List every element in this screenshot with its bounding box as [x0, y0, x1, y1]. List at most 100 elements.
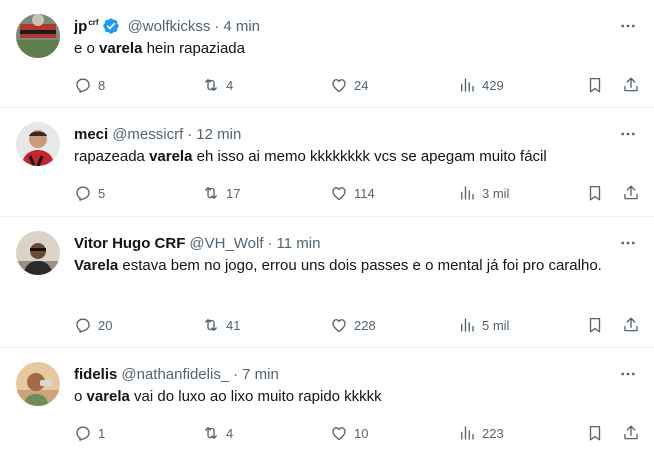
bookmark-icon	[586, 316, 604, 334]
avatar[interactable]	[16, 122, 60, 166]
views-icon	[458, 316, 476, 334]
tweet-text: rapazeada varela eh isso ai memo kkkkkkk…	[74, 148, 547, 165]
display-name[interactable]: Vitor Hugo CRF	[74, 235, 185, 252]
bookmark-icon	[586, 76, 604, 94]
share-button[interactable]	[622, 75, 640, 95]
share-icon	[622, 316, 640, 334]
tweet-2[interactable]: meci @messicrf · 12 min rapazeada varela…	[0, 108, 654, 217]
tweet-header: jpcrf @wolfkickss · 4 min	[74, 16, 260, 36]
like-button[interactable]: 10	[330, 423, 368, 443]
verified-icon	[102, 17, 120, 35]
share-icon	[622, 184, 640, 202]
action-bar: 8 4 24 429	[74, 75, 640, 95]
bookmark-icon	[586, 184, 604, 202]
handle[interactable]: @nathanfidelis_	[121, 366, 229, 383]
retweet-icon	[202, 424, 220, 442]
more-icon[interactable]	[618, 364, 638, 384]
reply-button[interactable]: 20	[74, 315, 112, 335]
views-count: 223	[482, 425, 504, 441]
views-button[interactable]: 3 mil	[458, 183, 509, 203]
share-button[interactable]	[622, 183, 640, 203]
display-name[interactable]: fidelis	[74, 366, 117, 383]
views-count: 429	[482, 77, 504, 93]
like-count: 10	[354, 425, 369, 441]
more-icon[interactable]	[618, 233, 638, 253]
tweet-3[interactable]: Vitor Hugo CRF @VH_Wolf · 11 min Varela …	[0, 217, 654, 348]
reply-icon	[74, 184, 92, 202]
like-button[interactable]: 228	[330, 315, 376, 335]
views-count: 5 mil	[482, 317, 510, 333]
more-icon[interactable]	[618, 124, 638, 144]
views-button[interactable]: 429	[458, 75, 504, 95]
retweet-icon	[202, 316, 220, 334]
views-count: 3 mil	[482, 185, 510, 201]
views-icon	[458, 76, 476, 94]
retweet-icon	[202, 76, 220, 94]
reply-button[interactable]: 5	[74, 183, 105, 203]
handle[interactable]: @wolfkickss	[128, 18, 211, 35]
bookmark-button[interactable]	[586, 315, 604, 335]
timestamp[interactable]: 4 min	[223, 18, 260, 35]
reply-button[interactable]: 1	[74, 423, 105, 443]
timestamp[interactable]: 11 min	[277, 235, 321, 252]
separator: ·	[233, 365, 239, 383]
share-icon	[622, 424, 640, 442]
retweet-button[interactable]: 41	[202, 315, 240, 335]
views-button[interactable]: 223	[458, 423, 504, 443]
like-button[interactable]: 24	[330, 75, 368, 95]
like-count: 228	[354, 317, 376, 333]
action-bar: 1 4 10 223	[74, 423, 640, 443]
share-button[interactable]	[622, 423, 640, 443]
separator: ·	[267, 234, 273, 252]
like-count: 114	[354, 185, 375, 201]
handle[interactable]: @VH_Wolf	[189, 235, 263, 252]
reply-button[interactable]: 8	[74, 75, 105, 95]
tweet-text: Varela estava bem no jogo, errou uns doi…	[74, 257, 602, 274]
like-icon	[330, 184, 348, 202]
display-name[interactable]: jpcrf	[74, 18, 99, 35]
like-icon	[330, 424, 348, 442]
tweet-1[interactable]: jpcrf @wolfkickss · 4 min e o varela hei…	[0, 0, 654, 108]
retweet-count: 17	[226, 185, 241, 201]
bookmark-button[interactable]	[586, 183, 604, 203]
action-bar: 20 41 228 5 mil	[74, 315, 640, 335]
like-button[interactable]: 114	[330, 183, 375, 203]
bookmark-icon	[586, 424, 604, 442]
retweet-button[interactable]: 4	[202, 423, 233, 443]
reply-icon	[74, 76, 92, 94]
timestamp[interactable]: 12 min	[196, 126, 241, 143]
mention-highlight: varela	[149, 148, 193, 165]
avatar[interactable]	[16, 231, 60, 275]
share-button[interactable]	[622, 315, 640, 335]
tweet-header: meci @messicrf · 12 min	[74, 124, 241, 144]
like-icon	[330, 316, 348, 334]
action-bar: 5 17 114 3 mil	[74, 183, 640, 203]
like-icon	[330, 76, 348, 94]
avatar[interactable]	[16, 362, 60, 406]
tweet-header: Vitor Hugo CRF @VH_Wolf · 11 min	[74, 233, 320, 253]
display-name[interactable]: meci	[74, 126, 108, 143]
share-icon	[622, 76, 640, 94]
handle[interactable]: @messicrf	[112, 126, 183, 143]
reply-feed: jpcrf @wolfkickss · 4 min e o varela hei…	[0, 0, 654, 459]
views-button[interactable]: 5 mil	[458, 315, 509, 335]
retweet-button[interactable]: 4	[202, 75, 233, 95]
reply-icon	[74, 316, 92, 334]
reply-count: 5	[98, 185, 106, 201]
retweet-button[interactable]: 17	[202, 183, 240, 203]
bookmark-button[interactable]	[586, 75, 604, 95]
separator: ·	[214, 17, 220, 35]
reply-count: 20	[98, 317, 113, 333]
bookmark-button[interactable]	[586, 423, 604, 443]
timestamp[interactable]: 7 min	[242, 366, 279, 383]
views-icon	[458, 184, 476, 202]
retweet-count: 41	[226, 317, 241, 333]
reply-icon	[74, 424, 92, 442]
tweet-4[interactable]: fidelis @nathanfidelis_ · 7 min o varela…	[0, 348, 654, 459]
tweet-text: o varela vai do luxo ao lixo muito rapid…	[74, 388, 382, 405]
separator: ·	[187, 125, 193, 143]
avatar[interactable]	[16, 14, 60, 58]
more-icon[interactable]	[618, 16, 638, 36]
retweet-count: 4	[226, 77, 234, 93]
reply-count: 8	[98, 77, 106, 93]
